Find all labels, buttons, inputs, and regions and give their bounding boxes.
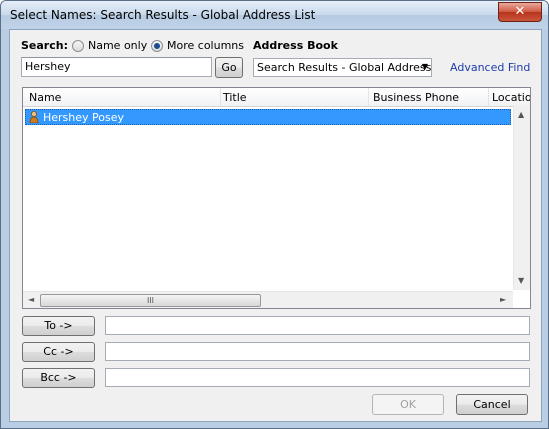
- to-field[interactable]: [105, 316, 530, 335]
- radio-more-columns-label[interactable]: More columns: [167, 39, 244, 52]
- address-book-dropdown[interactable]: Search Results - Global Address L ▼: [253, 58, 432, 77]
- advanced-find-link[interactable]: Advanced Find: [450, 61, 530, 74]
- ok-button[interactable]: OK: [372, 394, 444, 415]
- search-label: Search:: [21, 39, 68, 52]
- radio-name-only-label[interactable]: Name only: [88, 39, 147, 52]
- cc-button[interactable]: Cc ->: [22, 342, 95, 362]
- close-button[interactable]: ✕: [498, 2, 542, 22]
- scroll-right-arrow-icon[interactable]: ►: [500, 295, 506, 304]
- chevron-down-icon: ▼: [421, 62, 428, 71]
- list-header: Name Title Business Phone Location: [23, 88, 530, 107]
- radio-more-columns[interactable]: [151, 40, 163, 52]
- horizontal-scrollbar[interactable]: ◄ III ►: [23, 291, 513, 308]
- scroll-left-arrow-icon[interactable]: ◄: [28, 295, 34, 304]
- dialog-body: Search: Name only More columns Address B…: [9, 29, 542, 422]
- cc-field[interactable]: [105, 342, 530, 361]
- go-button[interactable]: Go: [215, 57, 243, 78]
- bcc-field[interactable]: [105, 368, 530, 387]
- scroll-up-arrow-icon[interactable]: ▲: [518, 110, 524, 119]
- column-header-location[interactable]: Location: [492, 91, 530, 104]
- column-divider[interactable]: [368, 88, 369, 106]
- dialog-title: Select Names: Search Results - Global Ad…: [10, 8, 316, 22]
- column-header-title[interactable]: Title: [223, 91, 247, 104]
- horizontal-scroll-thumb[interactable]: III: [40, 294, 261, 307]
- column-header-business-phone[interactable]: Business Phone: [373, 91, 459, 104]
- scroll-down-arrow-icon[interactable]: ▼: [518, 276, 524, 285]
- contact-icon: [29, 111, 39, 124]
- column-divider[interactable]: [220, 88, 221, 106]
- contact-name: Hershey Posey: [43, 111, 125, 124]
- cancel-button[interactable]: Cancel: [456, 394, 528, 415]
- radio-name-only[interactable]: [72, 40, 84, 52]
- bcc-button[interactable]: Bcc ->: [22, 368, 95, 388]
- to-button[interactable]: To ->: [22, 316, 95, 336]
- column-divider[interactable]: [488, 88, 489, 106]
- vertical-scrollbar[interactable]: ▲ ▼: [513, 106, 530, 290]
- select-names-dialog: Select Names: Search Results - Global Ad…: [0, 0, 549, 429]
- search-input[interactable]: Hershey: [21, 57, 212, 77]
- results-list[interactable]: Name Title Business Phone Location Hersh…: [22, 87, 531, 309]
- title-bar[interactable]: Select Names: Search Results - Global Ad…: [1, 1, 548, 29]
- column-header-name[interactable]: Name: [29, 91, 61, 104]
- address-book-selected: Search Results - Global Address L: [257, 61, 432, 74]
- address-book-label: Address Book: [253, 39, 338, 52]
- table-row[interactable]: Hershey Posey: [25, 109, 511, 125]
